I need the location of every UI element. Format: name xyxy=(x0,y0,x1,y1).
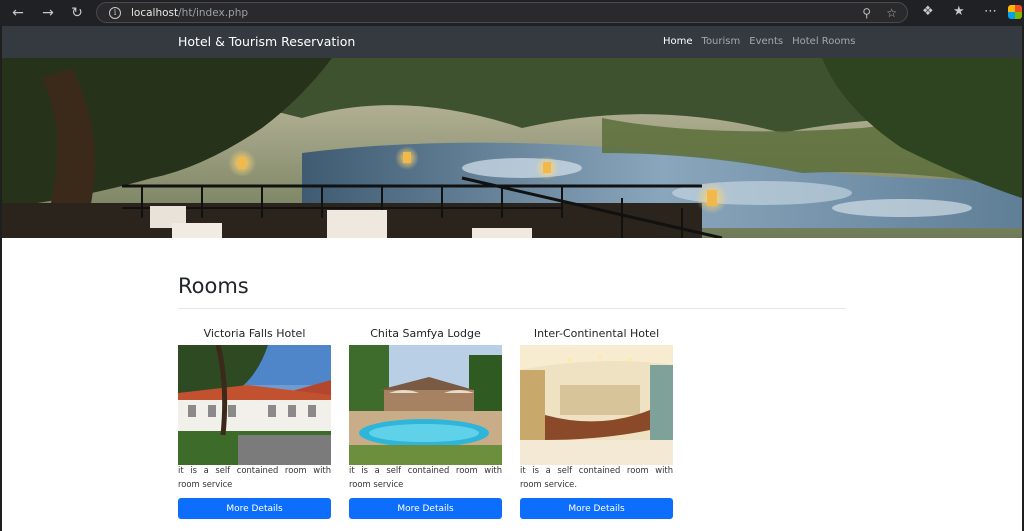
site-navbar: Hotel & Tourism Reservation Home Tourism… xyxy=(2,26,1022,58)
reload-icon[interactable]: ↻ xyxy=(67,3,87,23)
hero-banner-image xyxy=(2,58,1022,238)
nav-link-home[interactable]: Home xyxy=(663,36,693,47)
nav-links: Home Tourism Events Hotel Rooms xyxy=(663,36,855,47)
room-photo xyxy=(349,345,502,465)
room-description: it is a self contained room with room se… xyxy=(520,465,673,489)
room-name: Inter-Continental Hotel xyxy=(533,327,660,340)
favorite-star-icon[interactable]: ☆ xyxy=(886,6,897,20)
url-host: localhost xyxy=(131,6,179,19)
web-page: Hotel & Tourism Reservation Home Tourism… xyxy=(2,26,1022,531)
nav-link-events[interactable]: Events xyxy=(749,36,783,47)
address-bar[interactable]: i localhost/ht/index.php ⚲ ☆ xyxy=(96,2,908,23)
room-photo xyxy=(520,345,673,465)
copilot-icon[interactable] xyxy=(1008,5,1022,19)
extensions-icon[interactable]: ❖ xyxy=(922,4,934,19)
room-name: Chita Samfya Lodge xyxy=(370,327,481,340)
site-info-icon[interactable]: i xyxy=(109,6,121,19)
browser-toolbar: ← → ↻ i localhost/ht/index.php ⚲ ☆ ❖ ★ ⋯ xyxy=(0,0,1024,26)
room-name: Victoria Falls Hotel xyxy=(203,327,306,340)
nav-link-tourism[interactable]: Tourism xyxy=(702,36,741,47)
forward-icon[interactable]: → xyxy=(38,3,58,23)
room-description: it is a self contained room with room se… xyxy=(178,465,331,489)
more-details-button[interactable]: More Details xyxy=(520,498,673,519)
url-path: /ht/index.php xyxy=(178,6,249,19)
zoom-icon[interactable]: ⚲ xyxy=(862,6,871,20)
more-details-button[interactable]: More Details xyxy=(349,498,502,519)
divider xyxy=(178,308,846,309)
page-title: Rooms xyxy=(178,274,249,298)
site-brand[interactable]: Hotel & Tourism Reservation xyxy=(178,34,355,49)
nav-link-hotel-rooms[interactable]: Hotel Rooms xyxy=(792,36,855,47)
more-menu-icon[interactable]: ⋯ xyxy=(984,4,997,19)
favorites-icon[interactable]: ★ xyxy=(953,4,965,19)
room-description: it is a self contained room with room se… xyxy=(349,465,502,489)
room-photo xyxy=(178,345,331,465)
back-icon[interactable]: ← xyxy=(8,3,28,23)
more-details-button[interactable]: More Details xyxy=(178,498,331,519)
address-url[interactable]: localhost/ht/index.php xyxy=(131,7,248,19)
